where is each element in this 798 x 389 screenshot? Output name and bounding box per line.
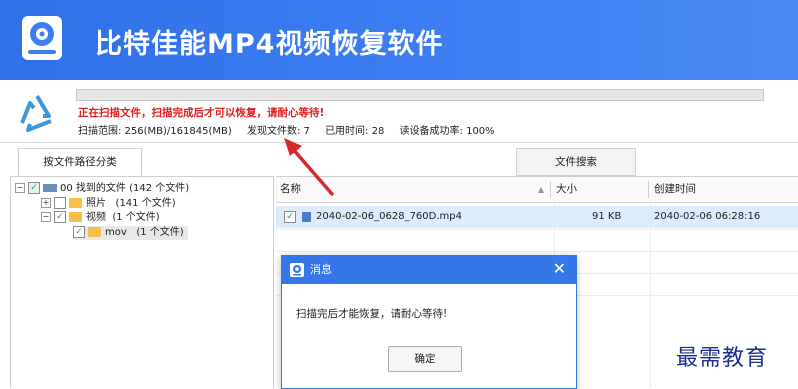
tab-by-path[interactable]: 按文件路径分类: [18, 148, 142, 176]
video-file-icon: [302, 212, 311, 222]
recycle-icon: [20, 94, 52, 132]
root-checkbox[interactable]: ✓: [28, 182, 40, 194]
close-icon[interactable]: ✕: [553, 259, 566, 278]
tab-file-search[interactable]: 文件搜索: [516, 148, 636, 176]
videos-checkbox[interactable]: ✓: [54, 211, 66, 223]
expand-icon[interactable]: +: [41, 198, 51, 208]
cell-created-time: 2040-02-06 06:28:16: [654, 211, 761, 222]
scan-range: 扫描范围: 256(MB)/161845(MB): [78, 126, 232, 137]
app-logo-icon: [22, 16, 62, 60]
cell-file-name: 2040-02-06_0628_760D.mp4: [316, 211, 462, 222]
drive-icon: [43, 184, 57, 192]
column-header-created[interactable]: 创建时间: [650, 177, 696, 202]
folder-tree: − ✓ 00 找到的文件 (142 个文件) + 照片 (141 个文件) − ✓ 视频 …: [10, 176, 274, 388]
tree-item-root[interactable]: − ✓ 00 找到的文件 (142 个文件): [15, 182, 189, 196]
folder-icon: [69, 212, 82, 222]
cell-file-size: 91 KB: [592, 211, 622, 222]
mov-checkbox[interactable]: ✓: [73, 226, 85, 238]
list-header: 名称 ▲ 大小 创建时间: [276, 177, 798, 203]
row-checkbox[interactable]: ✓: [284, 211, 296, 223]
scan-warning-text: 正在扫描文件，扫描完成后才可以恢复，请耐心等待!: [78, 107, 325, 119]
message-dialog: 消息 ✕ 扫描完后才能恢复，请耐心等待! 确定: [281, 255, 577, 389]
folder-icon: [88, 227, 101, 237]
sort-up-icon: ▲: [538, 185, 545, 194]
annotation-arrow-icon: [284, 138, 334, 196]
tree-item-videos[interactable]: − ✓ 视频 (1 个文件): [41, 211, 160, 225]
ok-button[interactable]: 确定: [388, 346, 462, 372]
column-header-size[interactable]: 大小: [552, 177, 577, 202]
dialog-titlebar[interactable]: 消息 ✕: [282, 256, 576, 284]
watermark-text: 最需教育: [676, 346, 769, 371]
app-banner: 比特佳能MP4视频恢复软件: [0, 0, 798, 80]
dialog-message: 扫描完后才能恢复，请耐心等待!: [296, 308, 448, 320]
tree-item-mov[interactable]: ✓ mov (1 个文件): [73, 226, 188, 240]
dialog-title: 消息: [310, 263, 332, 276]
collapse-icon[interactable]: −: [41, 212, 51, 222]
tree-item-photos[interactable]: + 照片 (141 个文件): [41, 197, 176, 211]
table-row[interactable]: ✓ 2040-02-06_0628_760D.mp4 91 KB 2040-02…: [276, 206, 798, 228]
folder-icon: [69, 198, 82, 208]
read-success-rate: 读设备成功率: 100%: [399, 126, 495, 137]
collapse-icon[interactable]: −: [15, 183, 25, 193]
scan-status-panel: 正在扫描文件，扫描完成后才可以恢复，请耐心等待! 扫描范围: 256(MB)/1…: [0, 80, 798, 143]
app-small-icon: [290, 263, 304, 277]
photos-checkbox[interactable]: [54, 197, 66, 209]
app-title: 比特佳能MP4视频恢复软件: [95, 29, 444, 60]
scan-progress-bar: [76, 89, 764, 101]
